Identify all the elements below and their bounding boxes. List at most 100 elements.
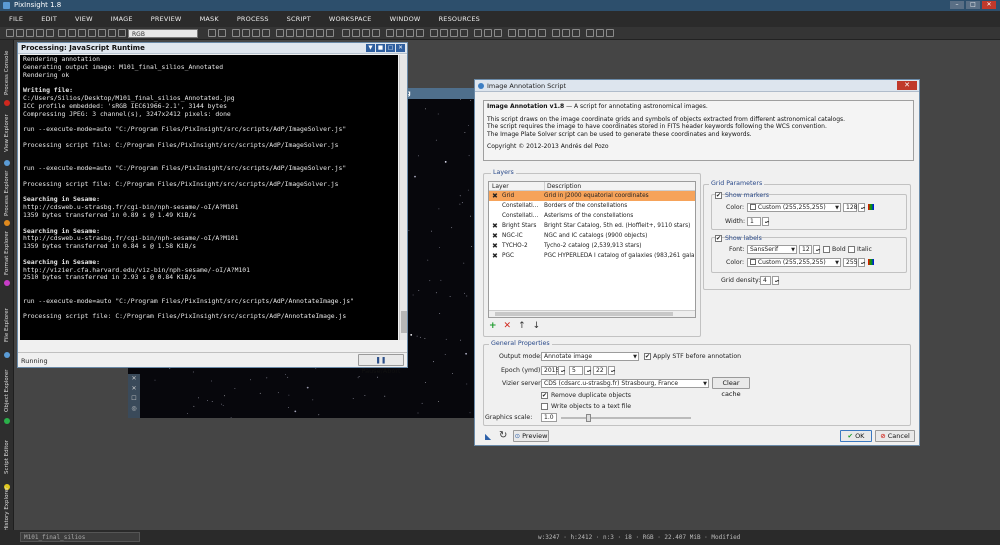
close-button[interactable]: ✕ xyxy=(982,1,996,9)
toolbar-tool-icon[interactable] xyxy=(316,29,324,37)
graphics-scale-slider-thumb[interactable] xyxy=(586,414,591,422)
menu-workspace[interactable]: WORKSPACE xyxy=(320,11,381,27)
label-alpha-field[interactable]: 255 xyxy=(843,258,857,267)
marker-color-select[interactable]: Custom (255,255,255) ▼ xyxy=(747,203,841,212)
menu-preview[interactable]: PREVIEW xyxy=(142,11,191,27)
toolbar-tool-icon[interactable] xyxy=(372,29,380,37)
toolbar-tool-icon[interactable] xyxy=(26,29,34,37)
menu-view[interactable]: VIEW xyxy=(66,11,102,27)
toolbar-tool-icon[interactable] xyxy=(596,29,604,37)
toolbar-tool-icon[interactable] xyxy=(474,29,482,37)
float-icon[interactable]: ■ xyxy=(376,44,385,52)
tab-view-explorer[interactable]: View Explorer xyxy=(1,104,13,162)
toolbar-tool-icon[interactable] xyxy=(296,29,304,37)
layer-row[interactable]: ✖ TYCHO-2 Tycho-2 catalog (2,539,913 stars… xyxy=(489,241,695,251)
toolbar-tool-icon[interactable] xyxy=(440,29,448,37)
dialog-titlebar[interactable]: Image Annotation Script ✕ xyxy=(475,80,919,92)
maximize-icon[interactable]: □ xyxy=(386,44,395,52)
console-titlebar[interactable]: Processing: JavaScript Runtime ▼ ■ □ ✕ xyxy=(18,43,407,54)
console-scroll-thumb[interactable] xyxy=(401,311,407,333)
vizier-server-select[interactable]: CDS (cdsarc.u-strasbg.fr) Strasbourg, Fr… xyxy=(541,379,709,388)
add-layer-icon[interactable]: + xyxy=(489,321,497,331)
marker-width-field[interactable]: 1 xyxy=(747,217,761,226)
layer-checkbox[interactable]: ✖ xyxy=(492,221,498,231)
close-icon[interactable]: ✕ xyxy=(396,44,405,52)
layer-row[interactable]: Constellati... Asterisms of the constella… xyxy=(489,211,695,221)
toolbar-tool-icon[interactable] xyxy=(108,29,116,37)
toolbar-tool-icon[interactable] xyxy=(528,29,536,37)
menu-script[interactable]: SCRIPT xyxy=(278,11,320,27)
cancel-button[interactable]: ⊘ Cancel xyxy=(875,430,915,442)
layer-checkbox[interactable]: ✖ xyxy=(492,231,498,241)
marker-alpha-spin[interactable]: ▴▾ xyxy=(858,203,865,212)
toolbar-tool-icon[interactable] xyxy=(6,29,14,37)
toolbar-tool-icon[interactable] xyxy=(586,29,594,37)
preview-button[interactable]: ⊙ Preview xyxy=(513,430,549,442)
menu-file[interactable]: FILE xyxy=(0,11,32,27)
toolbar-tool-icon[interactable] xyxy=(218,29,226,37)
menu-mask[interactable]: MASK xyxy=(191,11,228,27)
reset-icon[interactable]: ↻ xyxy=(499,430,507,441)
toolbar-tool-icon[interactable] xyxy=(538,29,546,37)
toolbar-tool-icon[interactable] xyxy=(562,29,570,37)
toolbar-tool-icon[interactable] xyxy=(276,29,284,37)
tab-process-explorer[interactable]: Process Explorer xyxy=(1,164,13,222)
epoch-day-spin[interactable]: ▴▾ xyxy=(608,366,615,375)
toolbar-tool-icon[interactable] xyxy=(484,29,492,37)
toolbar-tool-icon[interactable] xyxy=(58,29,66,37)
layer-row[interactable]: ✖ NGC-IC NGC and IC catalogs (9900 objects… xyxy=(489,231,695,241)
clear-cache-button[interactable]: Clear cache xyxy=(712,377,750,398)
tab-format-explorer[interactable]: Format Explorer xyxy=(1,224,13,282)
toolbar-tool-icon[interactable] xyxy=(342,29,350,37)
toolbar-tool-icon[interactable] xyxy=(572,29,580,37)
remove-layer-icon[interactable]: ✕ xyxy=(504,321,512,331)
menu-resources[interactable]: RESOURCES xyxy=(430,11,489,27)
apply-stf-checkbox[interactable]: ✔ xyxy=(644,353,651,360)
graphics-scale-slider[interactable] xyxy=(561,414,691,422)
toolbar-tool-icon[interactable] xyxy=(508,29,516,37)
move-up-icon[interactable]: ↑ xyxy=(518,321,526,331)
toolbar-tool-icon[interactable] xyxy=(16,29,24,37)
toolbar-tool-icon[interactable] xyxy=(208,29,216,37)
toolbar-tool-icon[interactable] xyxy=(252,29,260,37)
epoch-month-spin[interactable]: ▴▾ xyxy=(584,366,591,375)
toolbar-tool-icon[interactable] xyxy=(552,29,560,37)
font-size-spin[interactable]: ▴▾ xyxy=(813,245,820,254)
colorspace-select[interactable]: RGB xyxy=(128,29,198,38)
layer-checkbox[interactable]: ✖ xyxy=(492,191,498,201)
toolbar-tool-icon[interactable] xyxy=(88,29,96,37)
dialog-close-button[interactable]: ✕ xyxy=(897,81,917,90)
toolbar-tool-icon[interactable] xyxy=(98,29,106,37)
grid-density-field[interactable]: 4 xyxy=(760,276,771,285)
menu-image[interactable]: IMAGE xyxy=(102,11,142,27)
layer-row[interactable]: Constellati... Borders of the constellati… xyxy=(489,201,695,211)
marker-color-picker-icon[interactable] xyxy=(868,204,874,210)
menu-process[interactable]: PROCESS xyxy=(228,11,278,27)
epoch-day-field[interactable]: 22 xyxy=(593,366,607,375)
show-labels-checkbox[interactable]: ✔ xyxy=(715,235,722,242)
toolbar-tool-icon[interactable] xyxy=(262,29,270,37)
menu-window[interactable]: WINDOW xyxy=(381,11,430,27)
toolbar-tool-icon[interactable] xyxy=(386,29,394,37)
console-scrollbar[interactable] xyxy=(399,55,407,340)
italic-checkbox[interactable] xyxy=(848,246,855,253)
toolbar-tool-icon[interactable] xyxy=(518,29,526,37)
toolbar-tool-icon[interactable] xyxy=(286,29,294,37)
toolbar-tool-icon[interactable] xyxy=(406,29,414,37)
toolbar-tool-icon[interactable] xyxy=(306,29,314,37)
layer-checkbox[interactable]: ✖ xyxy=(492,241,498,251)
menu-edit[interactable]: EDIT xyxy=(32,11,66,27)
remove-duplicates-checkbox[interactable]: ✔ xyxy=(541,392,548,399)
grid-density-spin[interactable]: ▴▾ xyxy=(772,276,779,285)
view-selector[interactable]: M101_final_silios xyxy=(20,532,140,542)
marker-width-spin[interactable]: ▴▾ xyxy=(762,217,769,226)
new-instance-icon[interactable]: ◣ xyxy=(485,432,491,441)
move-down-icon[interactable]: ↓ xyxy=(533,321,541,331)
epoch-month-field[interactable]: 5 xyxy=(569,366,583,375)
bold-checkbox[interactable] xyxy=(823,246,830,253)
label-color-picker-icon[interactable] xyxy=(868,259,874,265)
pause-abort-button[interactable]: ❚❚ Pause/Abort xyxy=(358,354,404,375)
toolbar-tool-icon[interactable] xyxy=(326,29,334,37)
toolbar-tool-icon[interactable] xyxy=(460,29,468,37)
marker-alpha-field[interactable]: 128 xyxy=(843,203,857,212)
